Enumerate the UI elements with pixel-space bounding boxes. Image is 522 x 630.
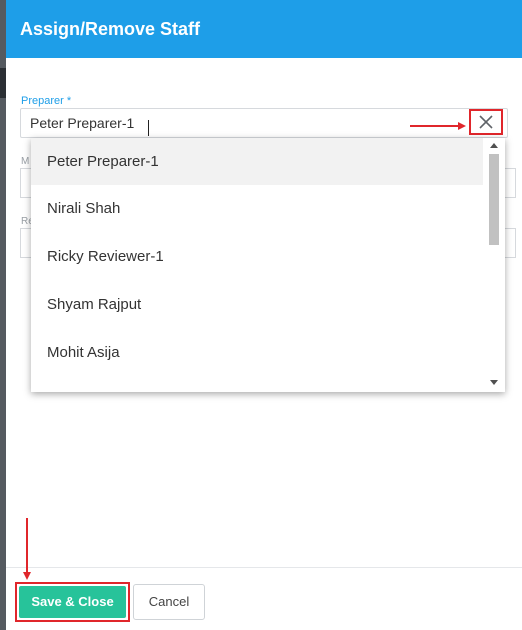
scroll-down-arrow-icon[interactable] <box>490 380 498 385</box>
cancel-button[interactable]: Cancel <box>133 584 205 620</box>
dialog-title: Assign/Remove Staff <box>20 19 201 39</box>
scroll-thumb[interactable] <box>489 154 499 245</box>
dropdown-option[interactable]: Mohit Asija <box>31 329 483 376</box>
dropdown-option[interactable]: Nirali Shah <box>31 185 483 232</box>
dialog-header: Assign/Remove Staff <box>6 0 522 58</box>
clear-selection-button[interactable] <box>469 109 503 135</box>
scroll-up-arrow-icon[interactable] <box>490 143 498 148</box>
preparer-combobox[interactable] <box>20 108 508 138</box>
dropdown-option[interactable]: Ricky Reviewer-1 <box>31 233 483 280</box>
save-and-close-button[interactable]: Save & Close <box>19 586 126 618</box>
footer-divider <box>6 567 522 568</box>
preparer-label: Preparer * <box>21 95 72 107</box>
assign-remove-staff-dialog: Assign/Remove Staff Preparer * M Re Pete… <box>6 0 522 630</box>
preparer-dropdown-list: Peter Preparer-1 Nirali Shah Ricky Revie… <box>31 138 505 392</box>
dropdown-scrollbar[interactable] <box>485 138 505 392</box>
manager-label-partial: M <box>21 156 30 167</box>
page: Assign/Remove Staff Preparer * M Re Pete… <box>0 0 522 630</box>
dropdown-option[interactable]: Shyam Rajput <box>31 281 483 328</box>
dropdown-option[interactable]: Peter Preparer-1 <box>31 138 483 185</box>
preparer-input[interactable] <box>30 113 450 133</box>
text-caret <box>148 120 149 136</box>
close-icon <box>479 115 493 129</box>
